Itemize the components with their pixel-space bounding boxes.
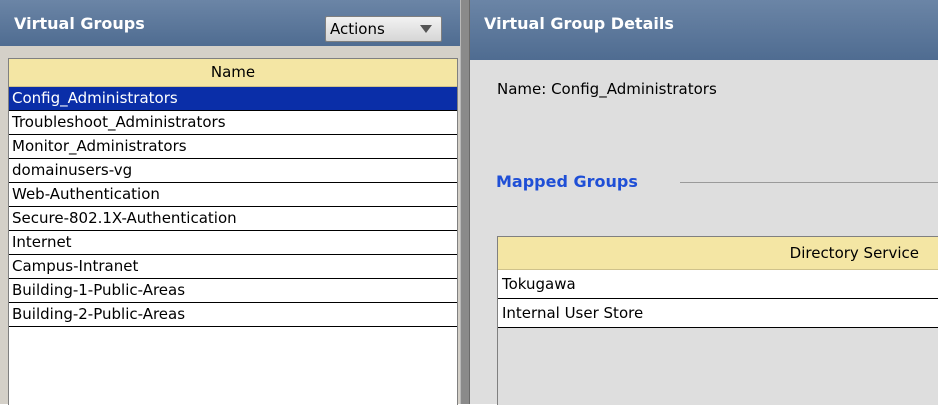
directory-service-column-header[interactable]: Directory Service	[498, 237, 938, 270]
group-name-value: Name: Config_Administrators	[497, 80, 717, 98]
list-item[interactable]: Campus-Intranet	[9, 255, 457, 279]
details-header: Virtual Group Details	[470, 0, 938, 60]
list-item[interactable]: Secure-802.1X-Authentication	[9, 207, 457, 231]
list-item[interactable]: Config_Administrators	[9, 87, 457, 111]
mapped-groups-table[interactable]: Directory Service Tokugawa Internal User…	[497, 236, 938, 405]
mapped-groups-title: Mapped Groups	[496, 172, 638, 191]
virtual-groups-header: Virtual Groups Actions	[0, 0, 460, 46]
panel-splitter[interactable]	[460, 0, 470, 404]
list-item[interactable]: Web-Authentication	[9, 183, 457, 207]
list-item[interactable]: Monitor_Administrators	[9, 135, 457, 159]
name-column-header[interactable]: Name	[9, 59, 457, 87]
list-item[interactable]: Internet	[9, 231, 457, 255]
virtual-groups-panel: Virtual Groups Actions Name Config_Admin…	[0, 0, 460, 405]
actions-label: Actions	[330, 20, 385, 38]
table-row[interactable]: Tokugawa	[498, 270, 938, 299]
table-empty-area	[498, 328, 938, 388]
details-title: Virtual Group Details	[484, 14, 674, 33]
list-item[interactable]: Troubleshoot_Administrators	[9, 111, 457, 135]
chevron-down-icon	[420, 25, 432, 33]
list-item[interactable]: Building-2-Public-Areas	[9, 303, 457, 327]
virtual-groups-list[interactable]: Name Config_Administrators Troubleshoot_…	[8, 58, 458, 405]
virtual-group-details-panel: Virtual Group Details Name: Config_Admin…	[470, 0, 938, 405]
actions-dropdown-button[interactable]: Actions	[325, 16, 442, 42]
virtual-groups-title: Virtual Groups	[14, 14, 145, 33]
section-divider	[680, 182, 938, 183]
app-window: Virtual Groups Actions Name Config_Admin…	[0, 0, 938, 405]
table-row[interactable]: Internal User Store	[498, 299, 938, 328]
list-item[interactable]: domainusers-vg	[9, 159, 457, 183]
list-item[interactable]: Building-1-Public-Areas	[9, 279, 457, 303]
